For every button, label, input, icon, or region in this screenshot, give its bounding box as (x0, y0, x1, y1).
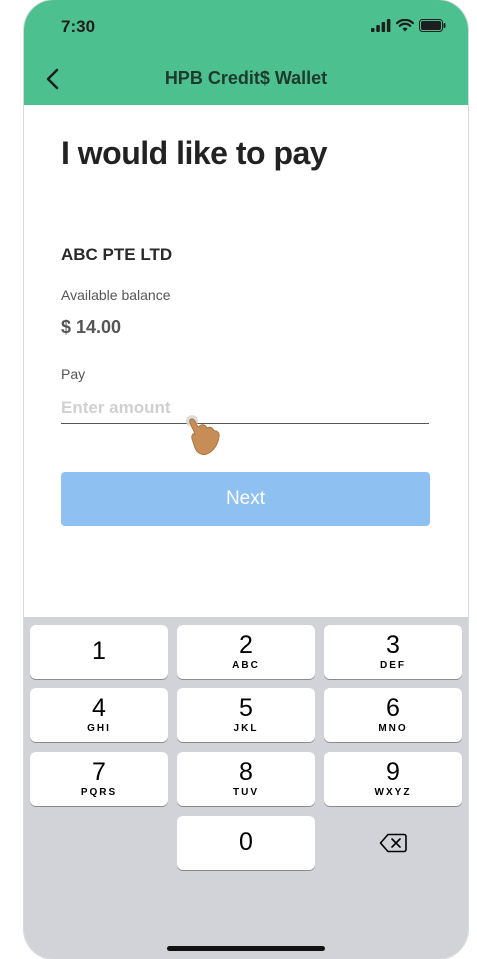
key-letters: TUV (233, 787, 259, 798)
pay-label: Pay (61, 366, 86, 382)
key-letters: JKL (233, 723, 259, 734)
hand-pointer-icon (186, 415, 220, 456)
key-letters: MNO (378, 723, 408, 734)
balance-value: $ 14.00 (61, 317, 122, 337)
key-letters: DEF (380, 660, 406, 671)
amount-input[interactable] (61, 393, 429, 424)
key-letters: ABC (232, 660, 260, 671)
key-digit: 5 (239, 694, 253, 722)
key-digit: 9 (386, 758, 400, 786)
key-digit: 1 (92, 637, 106, 665)
key-4[interactable]: 4 GHI (30, 688, 168, 742)
key-0[interactable]: 0 (177, 816, 315, 870)
key-digit: 8 (239, 758, 253, 786)
status-time: 7:30 (61, 17, 96, 36)
key-3[interactable]: 3 DEF (324, 625, 462, 679)
key-digit: 4 (92, 694, 106, 722)
page-title: I would like to pay (61, 135, 328, 171)
header-title: HPB Credit$ Wallet (164, 68, 328, 88)
balance-label: Available balance (61, 287, 171, 303)
wifi-icon (396, 19, 414, 32)
key-2[interactable]: 2 ABC (177, 625, 315, 679)
key-1[interactable]: 1 (30, 625, 168, 679)
battery-icon (419, 19, 446, 32)
next-button[interactable]: Next (61, 472, 430, 526)
key-letters: PQRS (80, 787, 118, 798)
key-digit: 2 (239, 631, 253, 659)
signal-icon (371, 19, 391, 32)
backspace-key[interactable] (324, 816, 462, 870)
key-digit: 0 (239, 828, 253, 856)
numeric-keypad: 1 2 ABC 3 DEF 4 GHI 5 JKL 6 MNO 7 PQRS 8… (24, 617, 468, 959)
merchant-name: ABC PTE LTD (61, 245, 173, 264)
key-digit: 3 (386, 631, 400, 659)
key-letters: WXYZ (374, 787, 412, 798)
key-6[interactable]: 6 MNO (324, 688, 462, 742)
phone-screen: 7:30 HPB Credit$ Wallet I would like to … (24, 0, 468, 959)
key-8[interactable]: 8 TUV (177, 752, 315, 806)
app-header: 7:30 HPB Credit$ Wallet (24, 0, 468, 105)
status-icons (371, 19, 446, 32)
home-indicator[interactable] (167, 946, 325, 951)
key-9[interactable]: 9 WXYZ (324, 752, 462, 806)
key-digit: 6 (386, 694, 400, 722)
key-7[interactable]: 7 PQRS (30, 752, 168, 806)
key-5[interactable]: 5 JKL (177, 688, 315, 742)
backspace-icon (379, 833, 407, 853)
key-letters: GHI (87, 723, 111, 734)
key-digit: 7 (92, 758, 106, 786)
